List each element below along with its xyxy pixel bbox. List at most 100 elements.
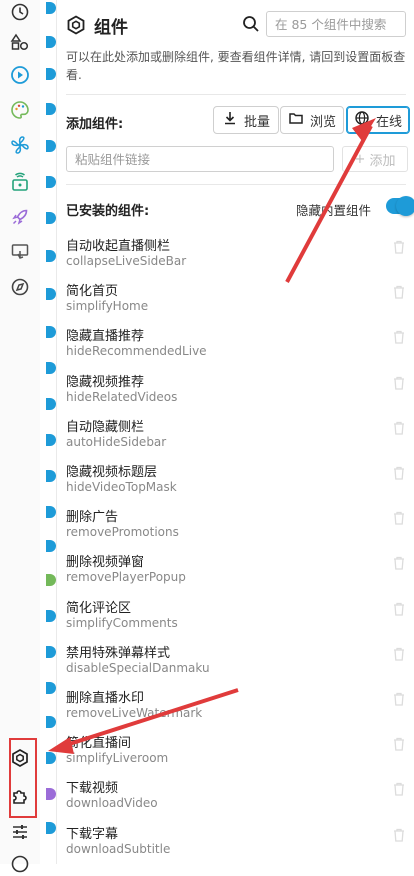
panel-header: 组件: [66, 12, 128, 38]
palette-icon[interactable]: [8, 98, 32, 122]
component-item[interactable]: 删除直播水印 removeLiveWatermark: [66, 687, 406, 731]
component-id: simplifyComments: [66, 615, 178, 630]
component-name: 下载字幕: [66, 826, 119, 842]
trash-icon[interactable]: [392, 601, 406, 617]
track-dot: [46, 470, 56, 482]
trash-icon[interactable]: [392, 239, 406, 255]
component-name: 删除视频弹窗: [66, 555, 145, 571]
trash-icon[interactable]: [392, 329, 406, 345]
component-item[interactable]: 自动隐藏侧栏 autoHideSidebar: [66, 416, 406, 460]
track-dot: [46, 140, 56, 152]
track-dot: [46, 752, 56, 764]
trash-icon[interactable]: [392, 781, 406, 797]
installed-components-label: 已安装的组件:: [66, 204, 150, 219]
component-item[interactable]: 简化直播间 simplifyLiveroom: [66, 732, 406, 776]
components-logo-icon: [66, 15, 86, 35]
component-name: 简化评论区: [66, 600, 132, 616]
compass-icon[interactable]: [8, 275, 32, 299]
component-item[interactable]: 简化首页 simplifyHome: [66, 280, 406, 324]
component-name: 删除直播水印: [66, 691, 145, 706]
component-name: 隐藏视频推荐: [66, 374, 145, 390]
component-id: autoHideSidebar: [66, 434, 167, 449]
component-name: 删除广告: [66, 510, 119, 526]
components-panel: 组件 可以在此处添加或删除组件, 要查看组件详情, 请回到设置面板查看. 添加组…: [56, 0, 414, 864]
divider: [66, 94, 406, 95]
track-dot: [46, 682, 56, 694]
track-dot: [46, 36, 56, 48]
track-dot: [46, 610, 56, 622]
component-url-input[interactable]: [66, 146, 334, 172]
track-dot: [46, 68, 56, 80]
folder-icon: [288, 110, 304, 130]
search-icon[interactable]: [241, 14, 261, 34]
trash-icon[interactable]: [392, 375, 406, 391]
component-item[interactable]: 隐藏视频推荐 hideRelatedVideos: [66, 371, 406, 415]
component-id: hideVideoTopMask: [66, 480, 177, 494]
track-dot: [46, 540, 56, 552]
play-circle-icon[interactable]: [8, 63, 32, 87]
component-id: hideRelatedVideos: [66, 389, 178, 404]
component-name: 下载视频: [66, 781, 119, 797]
component-item[interactable]: 删除视频弹窗 removePlayerPopup: [66, 551, 406, 595]
track-dot: [46, 326, 56, 338]
sliders-icon[interactable]: [8, 820, 32, 844]
component-id: removePlayerPopup: [66, 570, 186, 585]
trash-icon[interactable]: [392, 510, 406, 526]
trash-icon[interactable]: [392, 465, 406, 481]
component-name: 自动收起直播侧栏: [66, 239, 171, 254]
track-dot: [46, 2, 56, 14]
batch-button-label: 批量: [243, 114, 270, 130]
online-button[interactable]: 在线: [346, 106, 410, 134]
component-id: removePromotions: [66, 525, 179, 540]
add-components-label: 添加组件:: [66, 117, 124, 132]
shapes-icon[interactable]: [8, 30, 32, 54]
component-id: downloadVideo: [66, 796, 158, 811]
trash-icon[interactable]: [392, 555, 406, 571]
trash-icon[interactable]: [392, 691, 406, 707]
component-id: simplifyLiveroom: [66, 751, 169, 766]
component-item[interactable]: 自动收起直播侧栏 collapseLiveSideBar: [66, 235, 406, 279]
component-id: downloadSubtitle: [66, 841, 171, 856]
rocket-icon[interactable]: [8, 205, 32, 229]
component-item[interactable]: 下载字幕 downloadSubtitle: [66, 823, 406, 867]
track-dot: [46, 574, 56, 586]
scroll-track: [40, 0, 57, 864]
track-dot: [46, 822, 56, 834]
component-item[interactable]: 下载视频 downloadVideo: [66, 777, 406, 821]
track-dot: [46, 103, 56, 115]
track-dot: [46, 176, 56, 188]
info-icon[interactable]: [8, 852, 32, 876]
search-input[interactable]: [266, 11, 406, 37]
add-button[interactable]: + 添加: [342, 146, 408, 172]
fan-icon[interactable]: [8, 133, 32, 157]
track-dot: [46, 646, 56, 658]
component-item[interactable]: 隐藏直播推荐 hideRecommendedLive: [66, 325, 406, 369]
hide-builtin-toggle[interactable]: [386, 196, 414, 216]
download-icon: [222, 110, 238, 130]
component-item[interactable]: 禁用特殊弹幕样式 disableSpecialDanmaku: [66, 642, 406, 686]
trash-icon[interactable]: [392, 646, 406, 662]
trash-icon[interactable]: [392, 827, 406, 843]
toggle-knob[interactable]: [396, 196, 414, 216]
track-dot: [46, 212, 56, 224]
panel-description: 可以在此处添加或删除组件, 要查看组件详情, 请回到设置面板查看.: [66, 50, 406, 82]
component-item[interactable]: 隐藏视频标题层 hideVideoTopMask: [66, 461, 406, 505]
touch-screen-icon[interactable]: [8, 240, 32, 264]
highlight-box: [9, 738, 37, 818]
component-item[interactable]: 简化评论区 simplifyComments: [66, 597, 406, 641]
cast-icon[interactable]: [8, 170, 32, 194]
component-item[interactable]: 删除广告 removePromotions: [66, 506, 406, 550]
batch-button[interactable]: 批量: [213, 106, 279, 134]
trash-icon[interactable]: [392, 736, 406, 752]
track-dot: [46, 434, 56, 446]
online-button-label: 在线: [375, 114, 402, 130]
trash-icon[interactable]: [392, 284, 406, 300]
track-dot: [46, 398, 56, 410]
component-id: removeLiveWatermark: [66, 706, 203, 720]
component-id: disableSpecialDanmaku: [66, 660, 210, 675]
trash-icon[interactable]: [392, 420, 406, 436]
clock-icon[interactable]: [8, 0, 32, 24]
browse-button-label: 浏览: [309, 114, 336, 130]
browse-button[interactable]: 浏览: [280, 106, 344, 134]
component-name: 简化直播间: [66, 736, 132, 752]
